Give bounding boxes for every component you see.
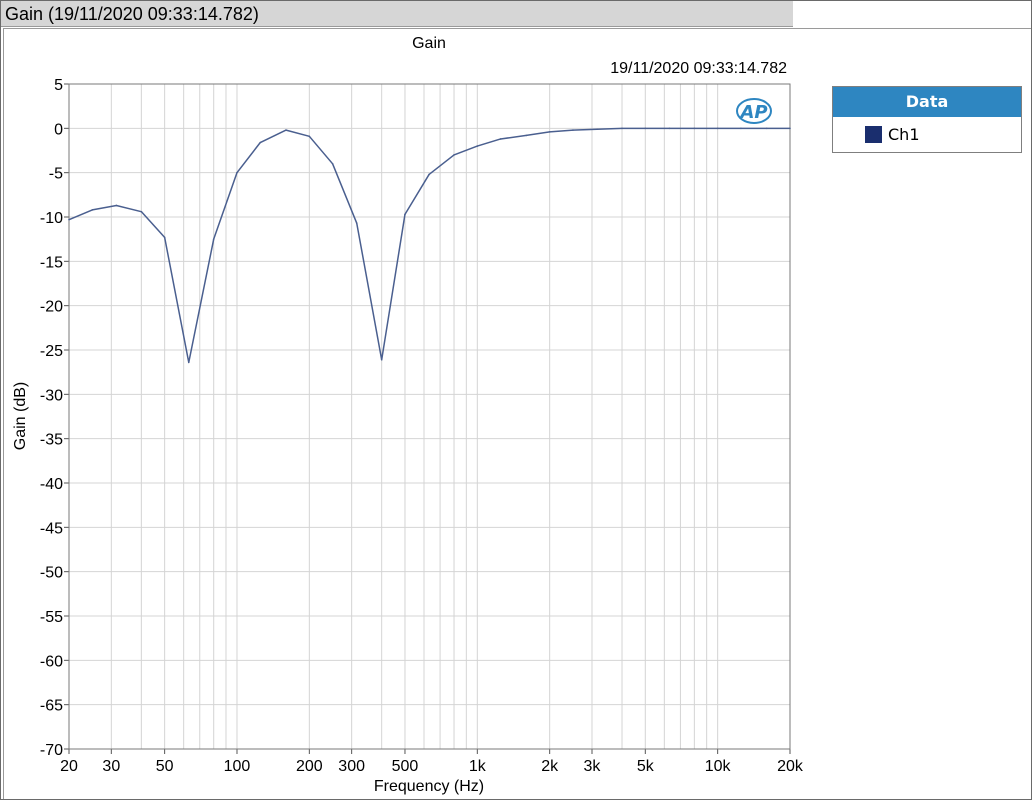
document-tab[interactable]: Gain (19/11/2020 09:33:14.782) [1, 1, 793, 27]
data-point [68, 218, 70, 221]
data-point [259, 141, 262, 144]
y-axis-label: Gain (dB) [12, 382, 29, 450]
y-tick-label: -10 [40, 210, 63, 227]
x-tick-label: 1k [469, 758, 487, 775]
y-tick-label: -20 [40, 299, 63, 316]
legend-item-ch1[interactable]: Ch1 [833, 117, 1021, 151]
x-tick-label: 200 [296, 758, 323, 775]
y-tick-label: -30 [40, 387, 63, 404]
data-point [668, 127, 671, 130]
data-point [765, 127, 768, 130]
x-tick-label: 30 [102, 758, 120, 775]
data-point [572, 129, 574, 131]
data-point [355, 222, 358, 225]
x-tick-label: 500 [392, 758, 419, 775]
data-point [596, 128, 598, 131]
plot-area-border [68, 83, 791, 750]
series-line-ch1 [68, 127, 790, 364]
data-point [789, 127, 791, 130]
data-point [236, 171, 238, 174]
data-point [285, 129, 287, 131]
data-point [453, 154, 455, 156]
data-point [308, 135, 311, 138]
legend-swatch [865, 125, 882, 143]
data-point [621, 127, 623, 130]
data-point [525, 134, 528, 137]
y-tick-label: -60 [40, 653, 63, 670]
x-tick-label: 20 [60, 758, 78, 775]
data-point [140, 210, 143, 213]
svg-text:AP: AP [738, 102, 767, 123]
y-tick-label: -5 [49, 166, 63, 183]
y-tick-label: -65 [40, 698, 63, 715]
y-tick-label: -35 [40, 432, 63, 449]
x-tick-label: 100 [224, 758, 251, 775]
legend-header: Data [833, 87, 1021, 117]
chart-timestamp: 19/11/2020 09:33:14.782 [610, 60, 787, 77]
data-point [548, 131, 551, 133]
legend: Data Ch1 [832, 86, 1022, 153]
x-tick-label: 20k [777, 758, 804, 775]
data-point [163, 236, 166, 239]
x-tick-label: 10k [705, 758, 732, 775]
y-tick-label: -15 [40, 254, 63, 271]
data-point [476, 145, 479, 147]
data-point [644, 127, 647, 130]
chart-title: Gain [412, 35, 446, 52]
x-axis-label: Frequency (Hz) [374, 778, 484, 795]
y-tick-label: -55 [40, 609, 63, 626]
y-tick-label: -40 [40, 476, 63, 493]
data-point [212, 238, 215, 240]
data-point [331, 163, 334, 165]
data-point [187, 361, 190, 364]
data-point [91, 209, 94, 211]
data-point [693, 127, 696, 130]
y-tick-label: 5 [54, 77, 63, 94]
ap-logo-icon: AP [736, 98, 772, 124]
legend-label: Ch1 [888, 124, 920, 144]
data-point [428, 173, 430, 176]
data-point [380, 358, 383, 361]
x-tick-label: 300 [338, 758, 365, 775]
y-tick-labels: 5 0 -5 -10 -15 -20 -25 -30 -35 -40 -45 -50 -55 -60 -65… [40, 77, 69, 759]
series-lines [68, 127, 791, 364]
grid-lines [68, 83, 791, 750]
x-tick-label: 3k [584, 758, 602, 775]
data-point [740, 127, 742, 130]
y-tick-label: -25 [40, 343, 63, 360]
data-point [499, 138, 502, 140]
y-tick-label: -45 [40, 520, 63, 537]
x-tick-label: 50 [156, 758, 174, 775]
data-point [716, 127, 719, 130]
x-tick-label: 5k [637, 758, 655, 775]
x-tick-labels: 20 30 50 100 200 300 500 1k 2k 3k 5k 10k 20k [60, 749, 804, 775]
y-tick-label: 0 [54, 121, 63, 138]
data-point [404, 213, 406, 216]
x-tick-label: 2k [541, 758, 559, 775]
y-tick-label: -70 [40, 742, 63, 759]
y-tick-label: -50 [40, 565, 63, 582]
data-point [115, 204, 118, 207]
